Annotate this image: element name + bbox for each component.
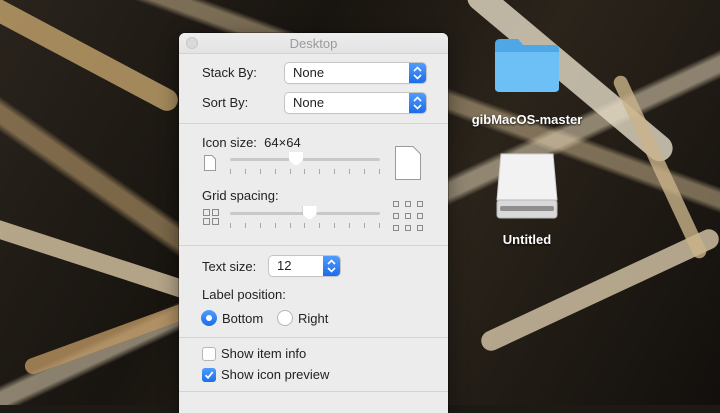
chevron-updown-icon [327, 259, 336, 273]
stack-by-value: None [293, 65, 325, 80]
radio-right-label[interactable]: Right [298, 311, 328, 326]
icon-size-value: 64×64 [264, 135, 301, 150]
grid-spacing-ticks [230, 223, 380, 228]
divider [179, 245, 448, 246]
sort-by-label: Sort By: [202, 95, 249, 110]
desktop-drive[interactable]: Untitled [462, 148, 592, 248]
icon-size-caption: Icon size: [202, 135, 257, 150]
desktop-drive-label: Untitled [502, 232, 552, 247]
icon-size-slider-knob[interactable] [289, 152, 303, 166]
radio-right[interactable] [277, 310, 293, 326]
small-grid-icon [203, 209, 219, 225]
stack-by-popup[interactable]: None [285, 63, 426, 83]
grid-spacing-slider-knob[interactable] [302, 206, 317, 220]
folder-icon [495, 39, 559, 92]
title-bar[interactable]: Desktop [179, 33, 448, 54]
divider [179, 123, 448, 124]
sort-by-value: None [293, 95, 325, 110]
divider [179, 391, 448, 392]
drive-icon [496, 153, 558, 219]
checkmark-icon [204, 371, 214, 380]
small-document-icon [204, 155, 216, 171]
view-options-panel: Desktop Stack By: None Sort By: None Ico… [179, 33, 448, 413]
icon-size-label: Icon size: 64×64 [202, 135, 301, 150]
text-size-label: Text size: [202, 259, 257, 274]
chevron-updown-icon [413, 66, 422, 80]
grid-spacing-label: Grid spacing: [202, 188, 279, 203]
show-item-info-checkbox[interactable] [202, 347, 216, 361]
text-size-value: 12 [277, 258, 292, 273]
desktop-folder-label: gibMacOS-master [471, 112, 583, 127]
sort-by-popup[interactable]: None [285, 93, 426, 113]
divider [179, 337, 448, 338]
window-title: Desktop [289, 36, 338, 51]
show-icon-preview-label[interactable]: Show icon preview [221, 367, 329, 382]
large-document-icon [395, 146, 421, 180]
show-icon-preview-checkbox[interactable] [202, 368, 216, 382]
icon-size-ticks [230, 169, 380, 174]
radio-bottom-label[interactable]: Bottom [222, 311, 263, 326]
radio-bottom[interactable] [201, 310, 217, 326]
sort-by-stepper [409, 93, 426, 113]
stack-by-stepper [409, 63, 426, 83]
label-position-label: Label position: [202, 287, 286, 302]
stack-by-label: Stack By: [202, 65, 257, 80]
desktop-folder[interactable]: gibMacOS-master [462, 34, 592, 134]
text-size-stepper [323, 256, 340, 276]
text-size-popup[interactable]: 12 [269, 256, 340, 276]
large-grid-icon [393, 201, 423, 231]
icon-size-track[interactable] [230, 158, 380, 161]
show-item-info-label[interactable]: Show item info [221, 346, 306, 361]
chevron-updown-icon [413, 96, 422, 110]
